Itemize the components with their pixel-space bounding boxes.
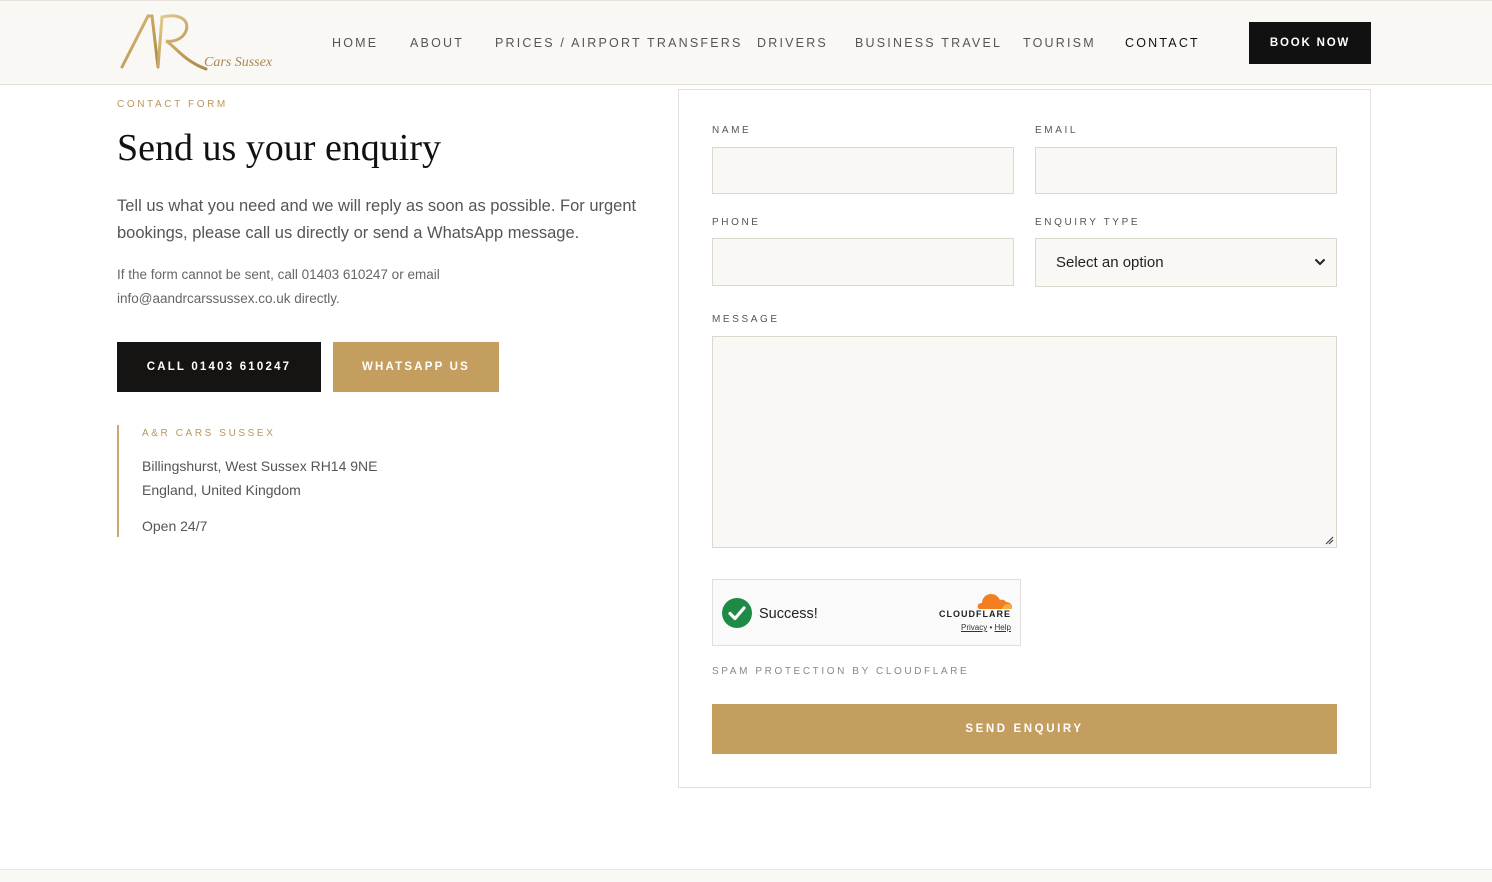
chevron-down-icon <box>1315 259 1325 265</box>
nav-contact[interactable]: CONTACT <box>1125 36 1200 50</box>
cloudflare-cloud-icon <box>977 594 1012 609</box>
cloudflare-wordmark: CLOUDFLARE <box>939 609 1011 619</box>
nav-prices-airport-transfers[interactable]: PRICES / AIRPORT TRANSFERS <box>495 36 743 50</box>
message-label: MESSAGE <box>712 314 780 325</box>
opening-hours: Open 24/7 <box>142 518 208 534</box>
email-label: EMAIL <box>1035 125 1079 136</box>
captcha-links: Privacy • Help <box>961 623 1011 632</box>
address-line-2: England, United Kingdom <box>142 482 301 498</box>
intro-text: Tell us what you need and we will reply … <box>117 197 637 242</box>
book-now-button[interactable]: BOOK NOW <box>1249 22 1371 64</box>
cloudflare-turnstile-widget[interactable]: Success! CLOUDFLARE Privacy • Help <box>712 579 1021 646</box>
send-enquiry-button[interactable]: SEND ENQUIRY <box>712 704 1337 754</box>
ar-monogram-logo <box>120 14 208 71</box>
nav-drivers[interactable]: DRIVERS <box>757 36 828 50</box>
contact-page: Cars Sussex HOME ABOUT PRICES / AIRPORT … <box>0 0 1492 882</box>
company-name: A&R CARS SUSSEX <box>142 428 276 439</box>
captcha-link-separator: • <box>989 623 993 632</box>
logo-wordmark: Cars Sussex <box>204 55 273 70</box>
whatsapp-button[interactable]: WHATSAPP US <box>333 342 499 392</box>
fallback-line-2: info@aandrcarssussex.co.uk directly. <box>117 291 340 306</box>
fallback-line-1: If the form cannot be sent, call 01403 6… <box>117 267 440 282</box>
site-logo[interactable]: Cars Sussex <box>118 11 278 75</box>
nav-about[interactable]: ABOUT <box>410 36 464 50</box>
enquiry-type-select[interactable]: Select an option <box>1035 238 1337 287</box>
phone-input[interactable] <box>712 238 1014 286</box>
nav-tourism[interactable]: TOURISM <box>1023 36 1096 50</box>
captcha-status: Success! <box>759 606 818 622</box>
nav-business-travel[interactable]: BUSINESS TRAVEL <box>855 36 1002 50</box>
address-line-1: Billingshurst, West Sussex RH14 9NE <box>142 458 378 474</box>
success-check-icon <box>722 598 752 628</box>
name-label: NAME <box>712 125 752 136</box>
footer-edge <box>0 869 1492 882</box>
section-eyebrow: CONTACT FORM <box>117 99 228 110</box>
name-input[interactable] <box>712 147 1014 194</box>
fallback-contact-note: If the form cannot be sent, call 01403 6… <box>117 263 517 311</box>
enquiry-type-label: ENQUIRY TYPE <box>1035 217 1141 228</box>
nav-home[interactable]: HOME <box>332 36 378 50</box>
page-title: Send us your enquiry <box>117 127 442 169</box>
spam-protection-note: SPAM PROTECTION BY CLOUDFLARE <box>712 666 970 677</box>
phone-label: PHONE <box>712 217 761 228</box>
site-header: Cars Sussex HOME ABOUT PRICES / AIRPORT … <box>0 0 1492 85</box>
captcha-help-link[interactable]: Help <box>995 623 1011 632</box>
message-textarea[interactable] <box>712 336 1337 548</box>
call-button[interactable]: CALL 01403 610247 <box>117 342 321 392</box>
address-block: A&R CARS SUSSEX Billingshurst, West Suss… <box>117 425 477 537</box>
email-input[interactable] <box>1035 147 1337 194</box>
resize-grip-icon[interactable] <box>1325 536 1334 545</box>
captcha-privacy-link[interactable]: Privacy <box>961 623 987 632</box>
enquiry-type-selected: Select an option <box>1056 254 1164 271</box>
